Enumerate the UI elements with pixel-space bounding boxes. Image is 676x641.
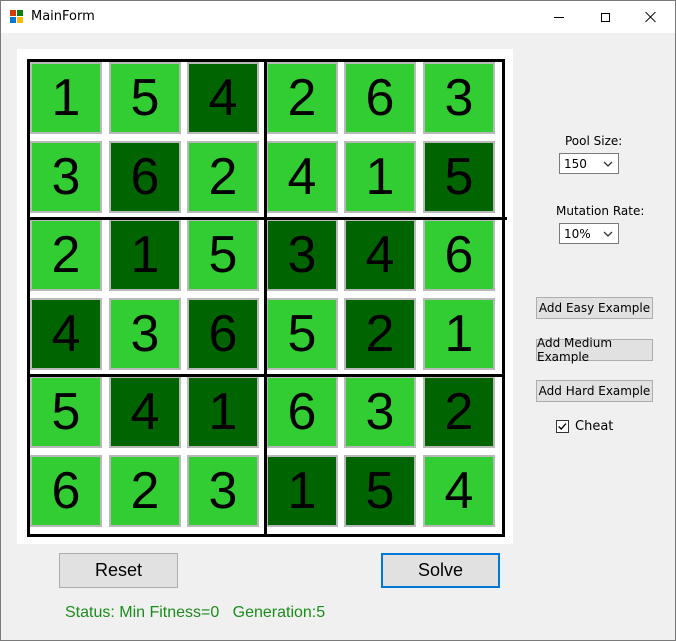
cheat-label[interactable]: Cheat [575, 419, 613, 434]
sudoku-cell[interactable]: 1 [423, 298, 495, 370]
sudoku-cell[interactable]: 6 [423, 219, 495, 291]
minimize-button[interactable] [536, 1, 582, 33]
sudoku-cell[interactable]: 2 [109, 455, 181, 527]
add-medium-example-button[interactable]: Add Medium Example [536, 336, 653, 364]
sudoku-cell[interactable]: 4 [109, 376, 181, 448]
title-bar: MainForm [1, 1, 675, 33]
close-icon [645, 11, 657, 23]
sudoku-cell[interactable]: 6 [344, 62, 416, 134]
sudoku-grid: 154263362415215346436521541632623154 [27, 59, 507, 537]
pool-size-label: Pool Size: [565, 134, 623, 148]
sudoku-cell[interactable]: 4 [344, 219, 416, 291]
sudoku-cell[interactable]: 5 [30, 376, 102, 448]
sudoku-cell[interactable]: 3 [109, 298, 181, 370]
maximize-button[interactable] [582, 1, 628, 33]
sudoku-cell[interactable]: 3 [187, 455, 259, 527]
minimize-icon [554, 16, 564, 18]
sudoku-cell[interactable]: 2 [30, 219, 102, 291]
sudoku-cell[interactable]: 5 [423, 141, 495, 213]
sudoku-cell[interactable]: 3 [344, 376, 416, 448]
sudoku-cell[interactable]: 6 [109, 141, 181, 213]
box-divider [264, 59, 267, 537]
sudoku-cell[interactable]: 6 [30, 455, 102, 527]
sudoku-cell[interactable]: 4 [187, 62, 259, 134]
reset-button[interactable]: Reset [59, 553, 178, 588]
sudoku-cell[interactable]: 5 [187, 219, 259, 291]
sudoku-cell[interactable]: 1 [109, 219, 181, 291]
app-icon [10, 10, 24, 24]
sudoku-cell[interactable]: 2 [423, 376, 495, 448]
sudoku-cell[interactable]: 5 [109, 62, 181, 134]
mutation-rate-label: Mutation Rate: [556, 204, 645, 218]
sudoku-cell[interactable]: 3 [30, 141, 102, 213]
mutation-rate-value: 10% [564, 227, 591, 241]
status-text: Status: Min Fitness=0 Generation:5 [65, 604, 326, 621]
sudoku-cell[interactable]: 2 [266, 62, 338, 134]
box-divider [27, 59, 30, 537]
check-icon [558, 423, 567, 431]
chevron-down-icon [603, 161, 613, 167]
sudoku-cell[interactable]: 4 [266, 141, 338, 213]
sudoku-cell[interactable]: 5 [344, 455, 416, 527]
pool-size-value: 150 [564, 157, 587, 171]
sudoku-cell[interactable]: 1 [30, 62, 102, 134]
sudoku-cell[interactable]: 1 [187, 376, 259, 448]
sudoku-cell[interactable]: 1 [344, 141, 416, 213]
solve-button[interactable]: Solve [381, 553, 500, 588]
sudoku-cell[interactable]: 2 [187, 141, 259, 213]
window-title: MainForm [31, 9, 95, 24]
sudoku-cell[interactable]: 4 [423, 455, 495, 527]
sudoku-cell[interactable]: 3 [266, 219, 338, 291]
sudoku-cell[interactable]: 5 [266, 298, 338, 370]
sudoku-cell[interactable]: 4 [30, 298, 102, 370]
sudoku-cell[interactable]: 3 [423, 62, 495, 134]
add-easy-example-button[interactable]: Add Easy Example [536, 297, 653, 319]
pool-size-select[interactable]: 150 [559, 153, 619, 174]
box-divider [27, 217, 507, 220]
add-hard-example-button[interactable]: Add Hard Example [536, 380, 653, 402]
close-button[interactable] [628, 1, 674, 33]
sudoku-cell[interactable]: 6 [187, 298, 259, 370]
sudoku-cell[interactable]: 6 [266, 376, 338, 448]
chevron-down-icon [603, 231, 613, 237]
sudoku-cell[interactable]: 1 [266, 455, 338, 527]
maximize-icon [600, 12, 610, 22]
mutation-rate-select[interactable]: 10% [559, 223, 619, 244]
sudoku-cell[interactable]: 2 [344, 298, 416, 370]
box-divider [502, 59, 505, 537]
cheat-checkbox[interactable] [556, 420, 569, 433]
